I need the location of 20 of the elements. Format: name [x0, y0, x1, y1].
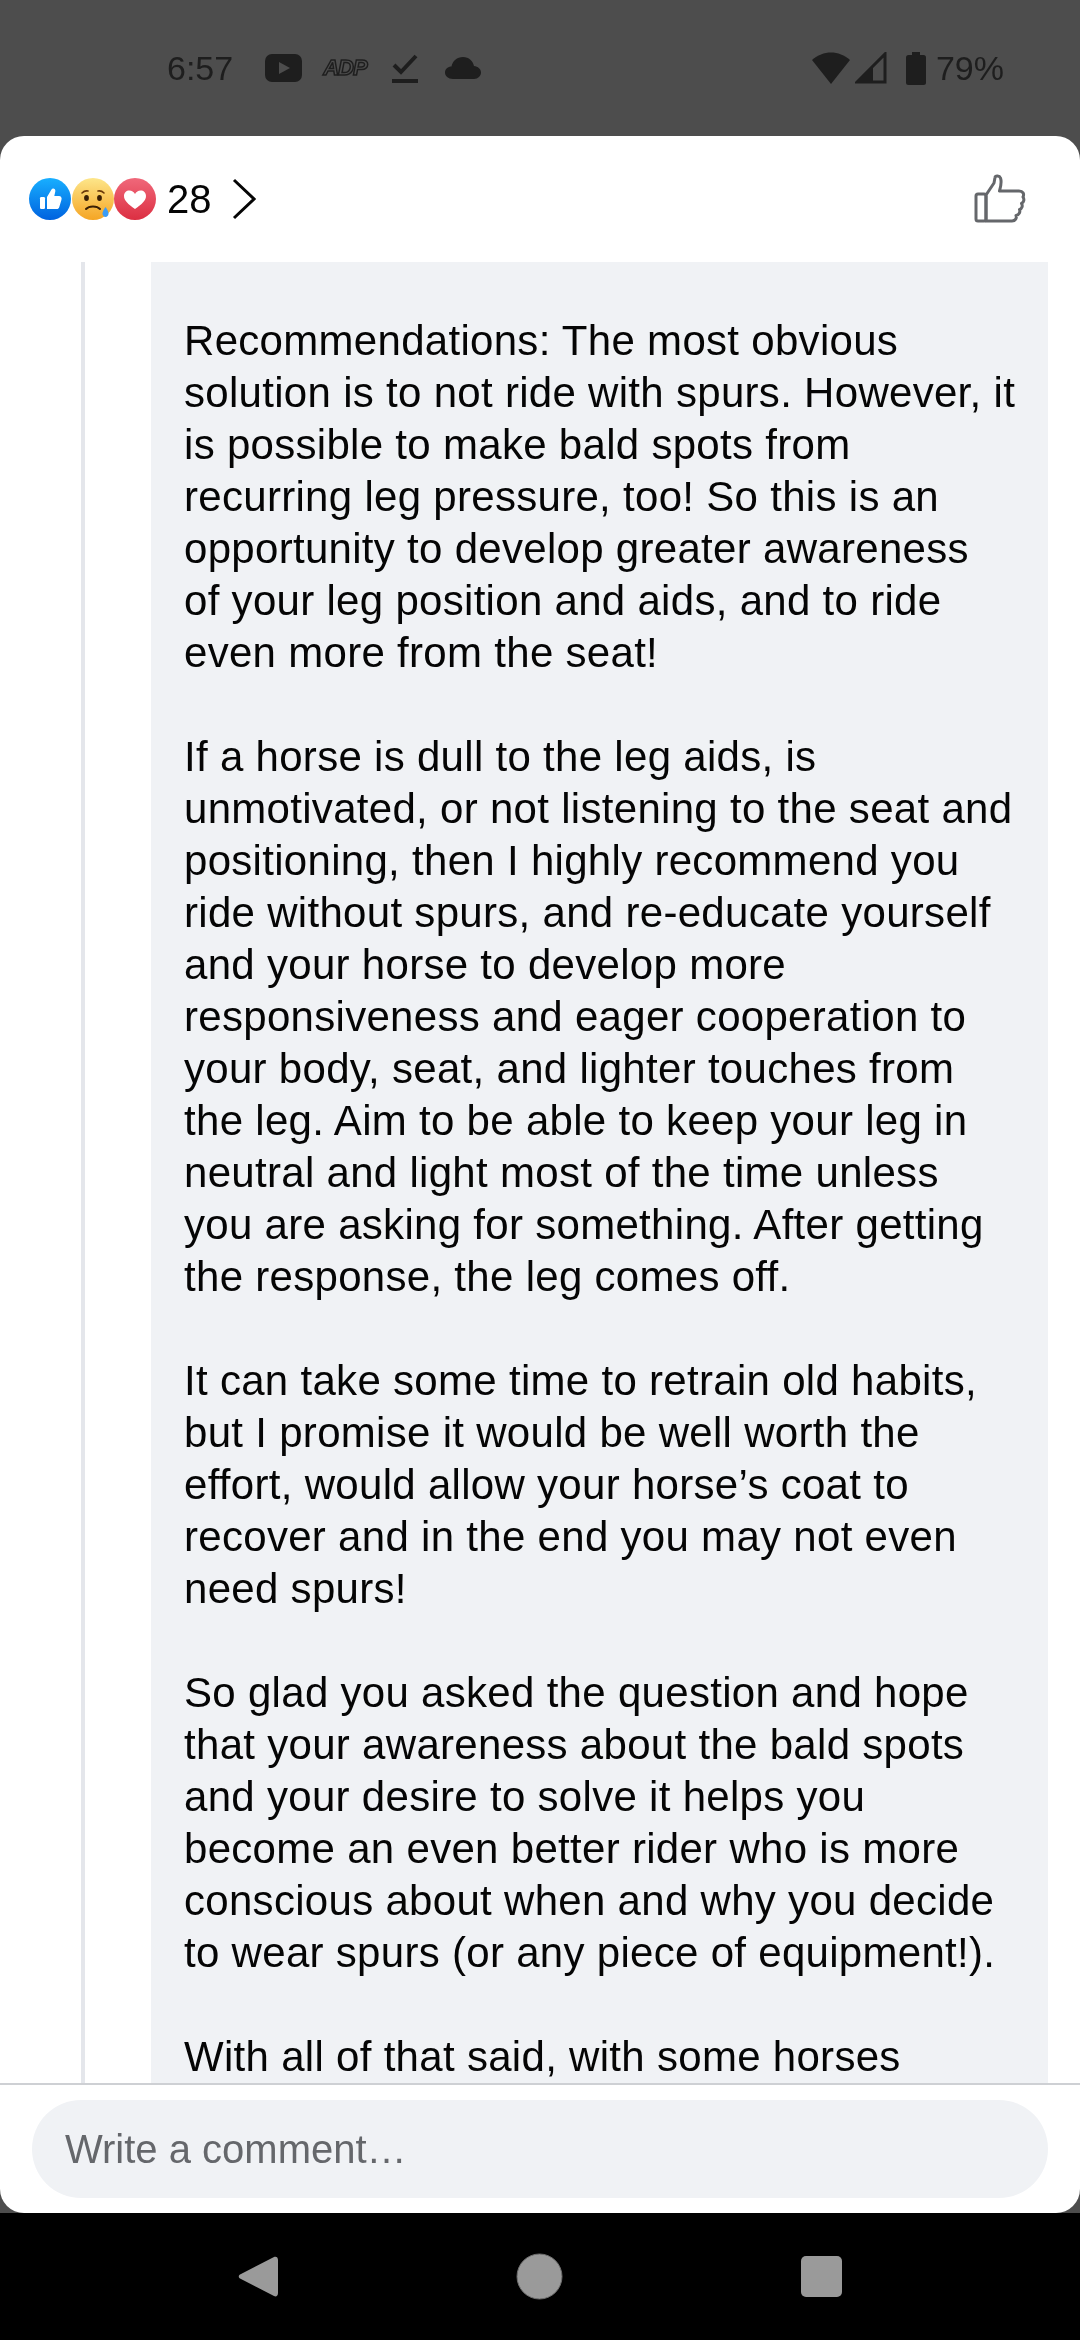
reactions-summary-button[interactable]: 28	[29, 178, 256, 220]
comment-paragraph: So glad you asked the question and hope that your awareness about the bald spots and your desire to solve it helps you become an even better rider who is more conscious about when and why you decide to wear spurs (or any piece of equipment!).	[184, 1668, 997, 1978]
like-button[interactable]	[974, 174, 1026, 224]
video-play-icon	[265, 54, 303, 82]
comment-paragraph: It can take some time to retrain old habits, but I promise it would be well worth the effort, would allow your horse’s coat to recover and in the end you may not even need spurs!	[184, 1356, 978, 1614]
check-icon	[390, 52, 419, 84]
chevron-right-icon	[231, 178, 256, 220]
sad-face-icon	[72, 178, 114, 220]
battery-icon	[905, 51, 926, 85]
comment-input[interactable]: Write a comment…	[32, 2100, 1048, 2198]
back-icon[interactable]	[238, 2254, 278, 2299]
comment-paragraph: If a horse is dull to the leg aids, is unmotivated, or not listening to the seat and positioning, then I highly recommend you ride without spurs, and re-educate yourself and your horse to develop more responsiveness and eager cooperation to your body, seat, and lighter touches from the leg. Aim to be able to keep your leg in neutral and light most of the time unless you are asking for something. After getting the response, the leg comes off.	[184, 732, 1014, 1302]
comment-paragraph: With all of that said, with some horses	[184, 2032, 902, 2082]
wifi-icon	[811, 52, 850, 84]
home-icon[interactable]	[516, 2253, 563, 2300]
thumbs-up-icon	[974, 174, 1026, 224]
cell-signal-icon	[854, 52, 887, 84]
cloud-icon	[444, 57, 481, 79]
thumbs-up-icon	[29, 178, 71, 220]
comment-paragraph: Recommendations: The most obvious solution is to not ride with spurs. However, it is possible to make bald spots from recurring leg pressure, too! So this is an opportunity to develop greater awareness of your leg position and aids, and to ride even more from the seat!	[184, 316, 1016, 678]
